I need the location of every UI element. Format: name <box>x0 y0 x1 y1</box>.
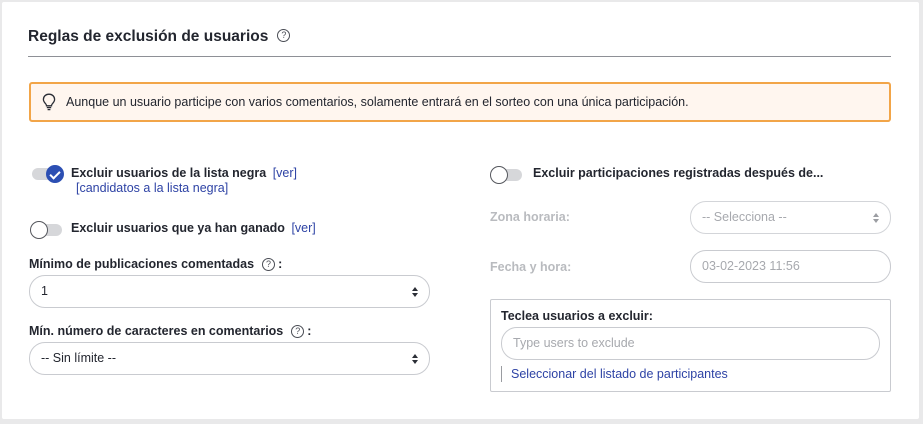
toggle-knob <box>490 166 508 184</box>
info-alert: Aunque un usuario participe con varios c… <box>29 82 891 122</box>
blacklist-toggle[interactable] <box>30 165 64 183</box>
lightbulb-icon <box>42 93 56 111</box>
after-date-label: Excluir participaciones registradas desp… <box>533 166 824 180</box>
blacklist-label: Excluir usuarios de la lista negra <box>71 166 267 180</box>
exclude-users-box: Teclea usuarios a excluir: Type users to… <box>490 299 891 392</box>
after-date-toggle[interactable] <box>490 166 524 184</box>
label-colon: : <box>278 257 283 271</box>
alert-text: Aunque un usuario participe con varios c… <box>66 95 689 109</box>
select-arrows-icon <box>412 354 418 364</box>
datetime-placeholder: 03-02-2023 11:56 <box>702 259 800 273</box>
timezone-value: -- Selecciona -- <box>702 210 787 224</box>
winners-label: Excluir usuarios que ya han ganado <box>71 221 285 235</box>
blacklist-view-link[interactable]: [ver] <box>273 166 297 180</box>
link-divider <box>501 366 502 382</box>
min-chars-select[interactable]: -- Sin límite -- <box>29 342 430 375</box>
title-divider <box>28 56 891 57</box>
min-posts-label: Mínimo de publicaciones comentadas?: <box>29 257 283 272</box>
help-icon[interactable]: ? <box>277 29 291 43</box>
blacklist-candidates-link[interactable]: [candidatos a la lista negra] <box>76 181 228 195</box>
min-posts-select[interactable]: 1 <box>29 275 430 308</box>
check-icon <box>46 165 64 183</box>
exclude-users-placeholder: Type users to exclude <box>513 336 635 350</box>
min-chars-label-text: Mín. número de caracteres en comentarios <box>29 324 284 338</box>
datetime-label: Fecha y hora: <box>490 260 572 274</box>
select-participants-link[interactable]: Seleccionar del listado de participantes <box>511 367 728 381</box>
toggle-knob <box>30 221 48 239</box>
section-title: Reglas de exclusión de usuarios? <box>28 28 291 46</box>
help-icon[interactable]: ? <box>262 258 276 272</box>
help-icon[interactable]: ? <box>291 325 305 339</box>
winners-toggle[interactable] <box>30 221 64 239</box>
timezone-select[interactable]: -- Selecciona -- <box>690 201 891 234</box>
min-posts-label-text: Mínimo de publicaciones comentadas <box>29 257 255 271</box>
section-title-text: Reglas de exclusión de usuarios <box>28 28 269 45</box>
min-posts-value: 1 <box>41 284 48 298</box>
select-arrows-icon <box>873 213 879 223</box>
datetime-input[interactable]: 03-02-2023 11:56 <box>690 250 891 283</box>
winners-option: Excluir usuarios que ya han ganado [ver] <box>71 221 316 235</box>
min-chars-label: Mín. número de caracteres en comentarios… <box>29 324 312 339</box>
blacklist-option: Excluir usuarios de la lista negra [ver] <box>71 166 297 180</box>
timezone-label: Zona horaria: <box>490 210 570 224</box>
select-arrows-icon <box>412 287 418 297</box>
exclude-users-title: Teclea usuarios a excluir: <box>501 309 653 323</box>
winners-view-link[interactable]: [ver] <box>291 221 315 235</box>
min-chars-value: -- Sin límite -- <box>41 351 116 365</box>
label-colon: : <box>307 324 312 338</box>
exclude-users-input[interactable]: Type users to exclude <box>501 327 880 360</box>
